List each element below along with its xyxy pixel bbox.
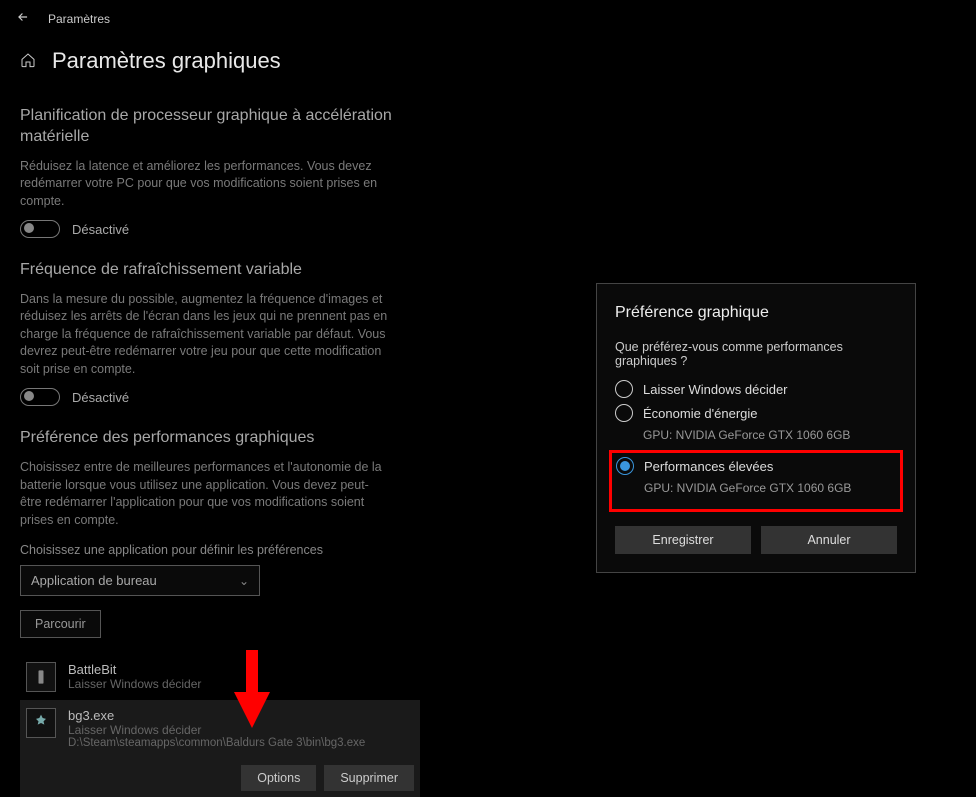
- app-row-bg3[interactable]: bg3.exe Laisser Windows décider D:\Steam…: [20, 700, 420, 757]
- app-list: BattleBit Laisser Windows décider bg3.ex…: [20, 654, 420, 797]
- radio-icon-checked: [616, 457, 634, 475]
- hw-sched-state: Désactivé: [72, 222, 129, 237]
- radio-high-performance[interactable]: Performances élevées: [616, 457, 896, 475]
- radio-sub: GPU: NVIDIA GeForce GTX 1060 6GB: [644, 481, 896, 495]
- app-path: D:\Steam\steamapps\common\Baldurs Gate 3…: [68, 737, 414, 749]
- app-name: bg3.exe: [68, 708, 414, 723]
- vrr-toggle[interactable]: [20, 388, 60, 406]
- save-button[interactable]: Enregistrer: [615, 526, 751, 554]
- remove-button[interactable]: Supprimer: [324, 765, 414, 791]
- options-button[interactable]: Options: [241, 765, 316, 791]
- perf-title: Préférence des performances graphiques: [20, 428, 420, 449]
- radio-icon: [615, 380, 633, 398]
- app-pref: Laisser Windows décider: [68, 723, 414, 737]
- app-pref: Laisser Windows décider: [68, 677, 414, 691]
- home-icon[interactable]: [20, 52, 36, 71]
- radio-sub: GPU: NVIDIA GeForce GTX 1060 6GB: [643, 428, 897, 442]
- choose-app-label: Choisissez une application pour définir …: [20, 543, 420, 557]
- cancel-button[interactable]: Annuler: [761, 526, 897, 554]
- dialog-title: Préférence graphique: [615, 304, 897, 322]
- dialog-question: Que préférez-vous comme performances gra…: [615, 340, 897, 368]
- app-icon: [26, 662, 56, 692]
- app-icon: [26, 708, 56, 738]
- graphics-preference-dialog: Préférence graphique Que préférez-vous c…: [596, 283, 916, 573]
- radio-label: Laisser Windows décider: [643, 382, 788, 397]
- back-button[interactable]: [16, 10, 30, 28]
- radio-icon: [615, 404, 633, 422]
- app-type-dropdown[interactable]: Application de bureau ⌄: [20, 565, 260, 596]
- hw-sched-desc: Réduisez la latence et améliorez les per…: [20, 158, 390, 211]
- perf-desc: Choisissez entre de meilleures performan…: [20, 459, 390, 529]
- vrr-title: Fréquence de rafraîchissement variable: [20, 260, 420, 281]
- dropdown-value: Application de bureau: [31, 573, 157, 588]
- vrr-state: Désactivé: [72, 390, 129, 405]
- app-row-battlebit[interactable]: BattleBit Laisser Windows décider: [20, 654, 420, 700]
- radio-power-saving[interactable]: Économie d'énergie: [615, 404, 897, 422]
- browse-button[interactable]: Parcourir: [20, 610, 101, 638]
- annotation-highlight: Performances élevées GPU: NVIDIA GeForce…: [609, 450, 903, 512]
- chevron-down-icon: ⌄: [239, 574, 249, 588]
- hw-sched-title: Planification de processeur graphique à …: [20, 106, 420, 148]
- app-name: BattleBit: [68, 662, 414, 677]
- breadcrumb: Paramètres: [48, 12, 110, 26]
- radio-label: Performances élevées: [644, 459, 773, 474]
- vrr-desc: Dans la mesure du possible, augmentez la…: [20, 291, 390, 379]
- radio-label: Économie d'énergie: [643, 406, 758, 421]
- hw-sched-toggle[interactable]: [20, 220, 60, 238]
- radio-let-windows-decide[interactable]: Laisser Windows décider: [615, 380, 897, 398]
- page-title: Paramètres graphiques: [52, 48, 281, 74]
